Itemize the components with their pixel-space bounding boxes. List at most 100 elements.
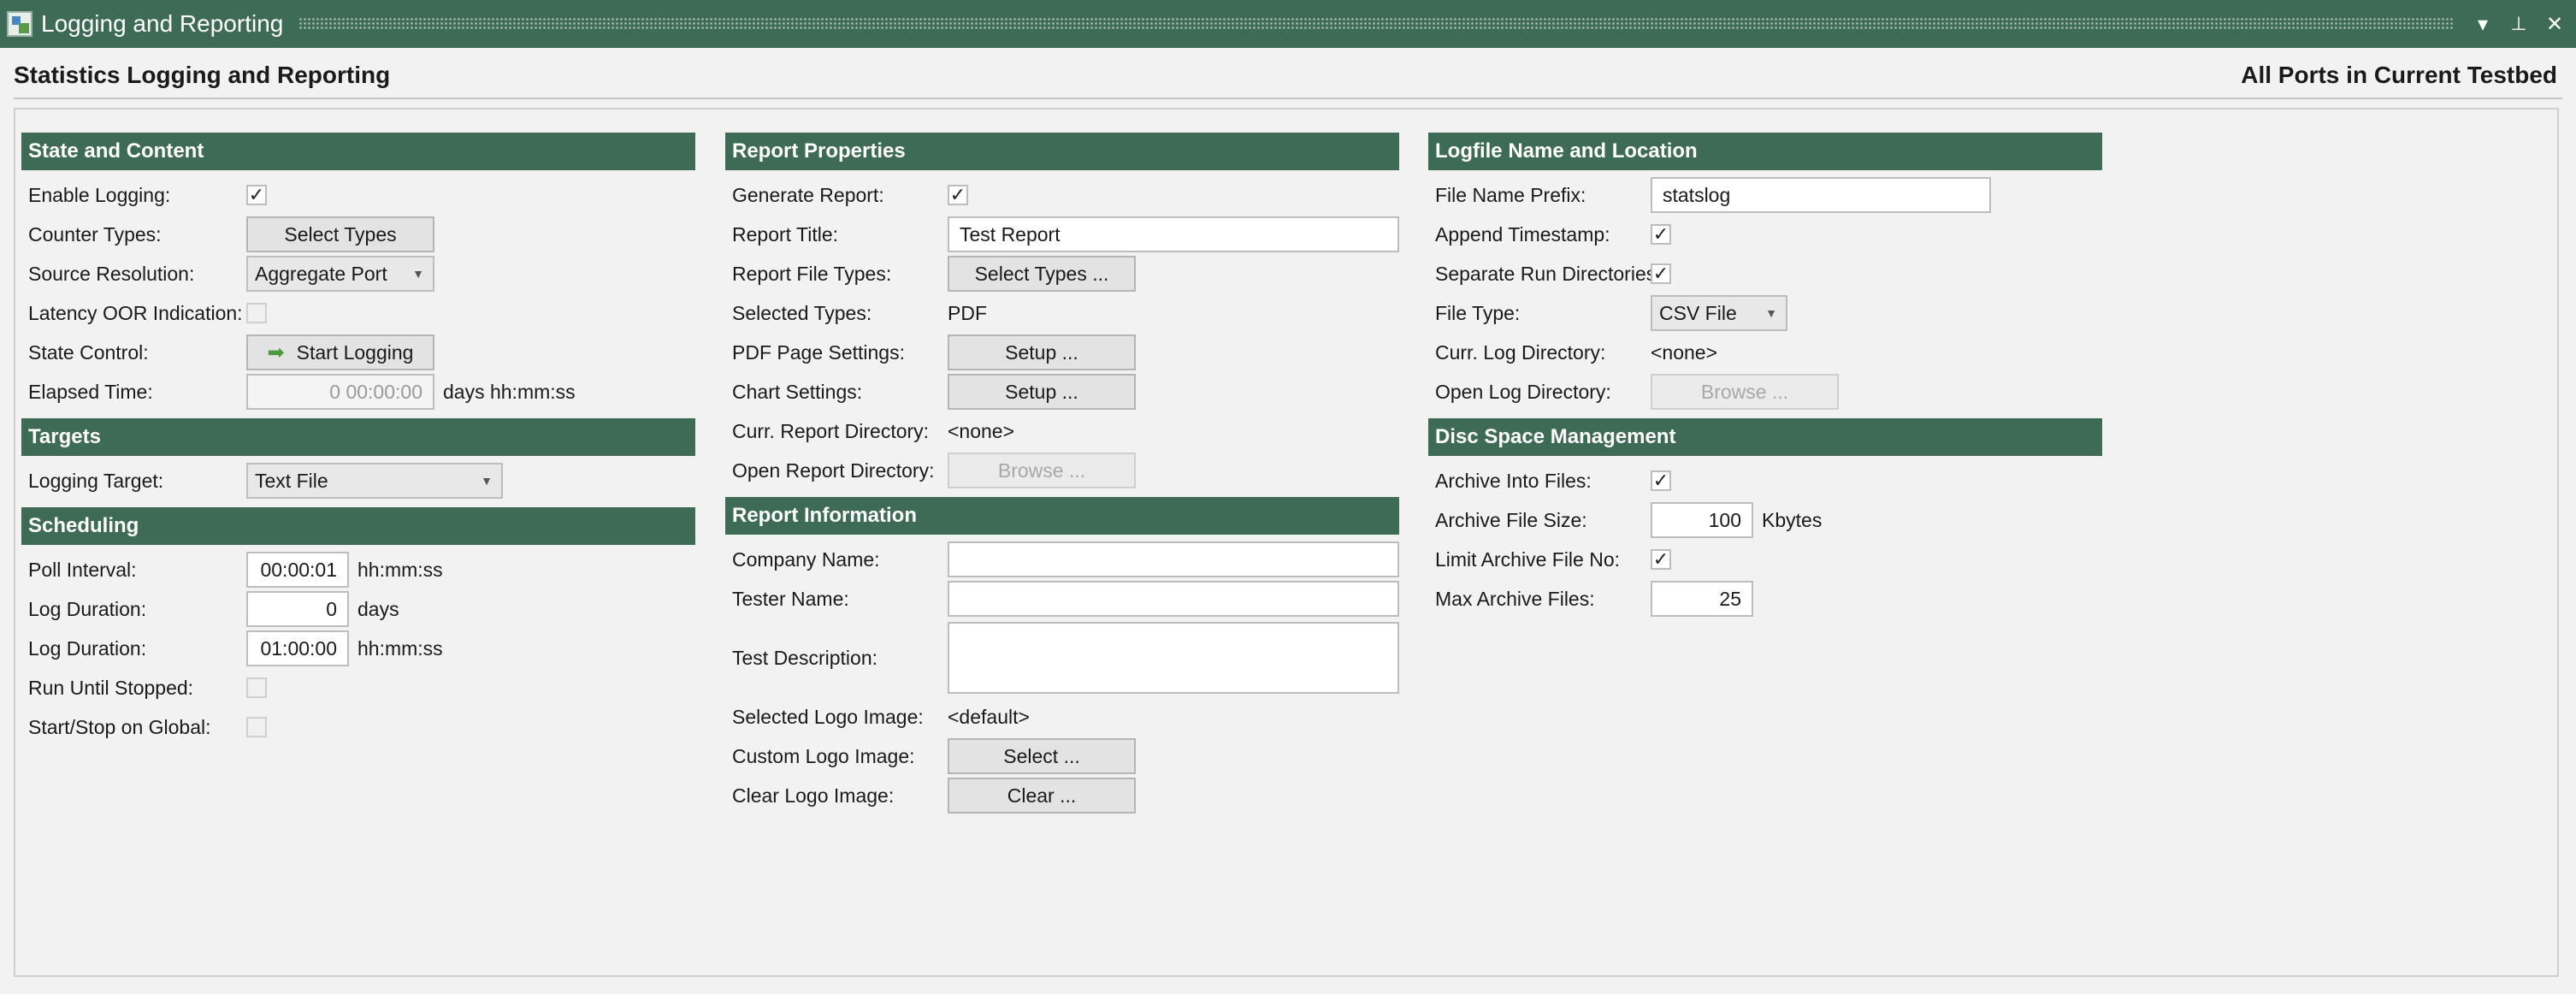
close-icon[interactable]: ✕ <box>2545 12 2564 37</box>
tester-name-label: Tester Name: <box>732 587 849 610</box>
row-append-timestamp: Append Timestamp: ✓ <box>1428 215 2102 254</box>
browse-log-dir-button[interactable]: Browse ... <box>1651 374 1839 410</box>
separate-run-dirs-checkbox[interactable]: ✓ <box>1651 263 1671 284</box>
header-divider <box>14 98 2562 99</box>
start-logging-button[interactable]: ➡ Start Logging <box>246 334 434 370</box>
dropdown-icon[interactable]: ▾ <box>2473 12 2492 37</box>
archive-file-size-unit: Kbytes <box>1762 508 1823 531</box>
source-resolution-label: Source Resolution: <box>28 262 195 285</box>
select-logo-button[interactable]: Select ... <box>948 738 1136 774</box>
row-limit-archive-file-no: Limit Archive File No: ✓ <box>1428 540 2102 579</box>
row-clear-logo: Clear Logo Image: Clear ... <box>725 776 1399 815</box>
row-logging-target: Logging Target: Text File ▼ <box>21 461 695 500</box>
enable-logging-checkbox[interactable]: ✓ <box>246 185 267 205</box>
scope-title: All Ports in Current Testbed <box>2241 62 2557 88</box>
append-timestamp-checkbox[interactable]: ✓ <box>1651 224 1671 245</box>
section-header-targets: Targets <box>21 418 695 456</box>
row-state-control: State Control: ➡ Start Logging <box>21 333 695 372</box>
archive-file-size-label: Archive File Size: <box>1435 508 1587 531</box>
section-header-scheduling: Scheduling <box>21 507 695 545</box>
curr-report-dir-value: <none> <box>948 419 1015 442</box>
file-name-prefix-label: File Name Prefix: <box>1435 183 1586 206</box>
clear-logo-button[interactable]: Clear ... <box>948 778 1136 814</box>
row-log-duration-time: Log Duration: 01:00:00 hh:mm:ss <box>21 629 695 668</box>
test-description-textarea[interactable] <box>948 622 1399 694</box>
elapsed-time-field: 0 00:00:00 <box>246 374 434 410</box>
column-left: State and Content Enable Logging: ✓ Coun… <box>21 133 695 747</box>
max-archive-files-input[interactable]: 25 <box>1651 581 1753 617</box>
title-bar-grip[interactable] <box>298 17 2455 31</box>
caret-down-icon: ▼ <box>1765 306 1777 320</box>
row-log-duration-days: Log Duration: 0 days <box>21 589 695 629</box>
poll-interval-label: Poll Interval: <box>28 558 137 581</box>
file-name-prefix-input[interactable]: statslog <box>1651 177 1991 213</box>
row-separate-run-dirs: Separate Run Directories: ✓ <box>1428 254 2102 293</box>
row-archive-into-files: Archive Into Files: ✓ <box>1428 461 2102 500</box>
log-duration-days-label: Log Duration: <box>28 597 147 620</box>
row-open-log-dir: Open Log Directory: Browse ... <box>1428 372 2102 411</box>
log-duration-time-unit: hh:mm:ss <box>357 636 443 660</box>
append-timestamp-label: Append Timestamp: <box>1435 222 1610 246</box>
poll-interval-unit: hh:mm:ss <box>357 558 443 581</box>
chart-setup-button[interactable]: Setup ... <box>948 374 1136 410</box>
row-open-report-dir: Open Report Directory: Browse ... <box>725 451 1399 490</box>
row-selected-logo: Selected Logo Image: <default> <box>725 697 1399 737</box>
company-name-label: Company Name: <box>732 547 880 571</box>
max-archive-files-label: Max Archive Files: <box>1435 587 1595 610</box>
limit-archive-file-no-checkbox[interactable]: ✓ <box>1651 549 1671 570</box>
browse-report-dir-button[interactable]: Browse ... <box>948 453 1136 488</box>
pin-icon[interactable]: ⊥ <box>2509 13 2528 35</box>
window-title-bar: Logging and Reporting ▾ ⊥ ✕ <box>0 0 2576 48</box>
report-title-input[interactable]: Test Report <box>948 216 1399 252</box>
custom-logo-label: Custom Logo Image: <box>732 744 915 767</box>
row-max-archive-files: Max Archive Files: 25 <box>1428 579 2102 618</box>
test-description-label: Test Description: <box>732 646 878 669</box>
enable-logging-label: Enable Logging: <box>28 183 171 206</box>
run-until-stopped-label: Run Until Stopped: <box>28 676 194 699</box>
row-source-resolution: Source Resolution: Aggregate Port ▼ <box>21 254 695 293</box>
tester-name-input[interactable] <box>948 581 1399 617</box>
elapsed-time-label: Elapsed Time: <box>28 380 153 403</box>
caret-down-icon: ▼ <box>412 267 424 281</box>
row-curr-report-dir: Curr. Report Directory: <none> <box>725 411 1399 451</box>
clear-logo-label: Clear Logo Image: <box>732 784 895 807</box>
select-report-types-button[interactable]: Select Types ... <box>948 256 1136 292</box>
row-curr-log-dir: Curr. Log Directory: <none> <box>1428 333 2102 372</box>
row-start-stop-global: Start/Stop on Global: <box>21 707 695 747</box>
open-report-dir-label: Open Report Directory: <box>732 459 935 482</box>
row-latency-oor: Latency OOR Indication: <box>21 293 695 333</box>
pdf-setup-button[interactable]: Setup ... <box>948 334 1136 370</box>
poll-interval-field[interactable]: 00:00:01 <box>246 552 349 588</box>
curr-log-dir-value: <none> <box>1651 340 1718 364</box>
run-until-stopped-checkbox[interactable] <box>246 677 267 698</box>
log-duration-time-label: Log Duration: <box>28 636 147 660</box>
row-poll-interval: Poll Interval: 00:00:01 hh:mm:ss <box>21 550 695 589</box>
file-type-value: CSV File <box>1659 301 1737 324</box>
log-duration-time-field[interactable]: 01:00:00 <box>246 630 349 666</box>
limit-archive-file-no-label: Limit Archive File No: <box>1435 547 1621 571</box>
app-icon <box>7 11 32 37</box>
logging-target-select[interactable]: Text File ▼ <box>246 463 503 499</box>
column-middle: Report Properties Generate Report: ✓ Rep… <box>725 133 1399 815</box>
latency-oor-label: Latency OOR Indication: <box>28 301 243 324</box>
separate-run-dirs-label: Separate Run Directories: <box>1435 262 1662 285</box>
generate-report-checkbox[interactable]: ✓ <box>948 185 968 205</box>
archive-file-size-input[interactable]: 100 <box>1651 502 1753 538</box>
column-right: Logfile Name and Location File Name Pref… <box>1428 133 2102 618</box>
report-file-types-label: Report File Types: <box>732 262 892 285</box>
select-types-button[interactable]: Select Types <box>246 216 434 252</box>
company-name-input[interactable] <box>948 541 1399 577</box>
latency-oor-checkbox[interactable] <box>246 303 267 323</box>
log-duration-days-field[interactable]: 0 <box>246 591 349 627</box>
file-type-select[interactable]: CSV File ▼ <box>1651 295 1787 331</box>
archive-into-files-checkbox[interactable]: ✓ <box>1651 470 1671 491</box>
logging-target-label: Logging Target: <box>28 469 164 492</box>
start-stop-global-checkbox[interactable] <box>246 717 267 737</box>
arrow-right-icon: ➡ <box>267 340 285 364</box>
source-resolution-select[interactable]: Aggregate Port ▼ <box>246 256 434 292</box>
start-stop-global-label: Start/Stop on Global: <box>28 715 211 738</box>
caret-down-icon: ▼ <box>481 474 493 488</box>
row-report-file-types: Report File Types: Select Types ... <box>725 254 1399 293</box>
row-report-title: Report Title: Test Report <box>725 215 1399 254</box>
pdf-page-settings-label: PDF Page Settings: <box>732 340 905 364</box>
